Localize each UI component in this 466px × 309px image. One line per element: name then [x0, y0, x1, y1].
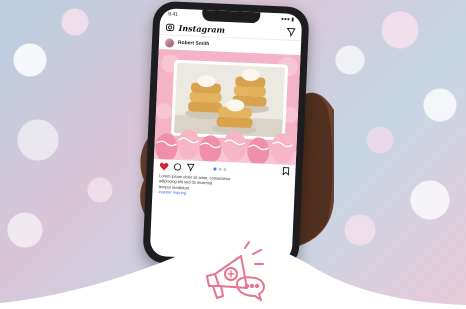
megaphone-icon [206, 241, 265, 301]
send-icon[interactable] [286, 24, 296, 42]
bookmark-icon[interactable] [282, 163, 290, 181]
carousel-dot [218, 167, 222, 171]
carousel-dot [223, 167, 227, 171]
status-time: 9:41 [168, 11, 179, 18]
app-title: Instagram [178, 22, 226, 35]
carousel-indicator [213, 166, 227, 171]
post-image[interactable] [153, 48, 301, 166]
avatar[interactable] [164, 37, 175, 48]
carousel-dot [213, 166, 217, 171]
easter-eggs-decoration [153, 129, 297, 166]
photo-scene: 9:41 ●●● ▮ Instagram Robert Smith Lorem … [0, 0, 466, 309]
camera-icon[interactable] [165, 18, 175, 36]
status-signal: ●●● ▮ [280, 16, 295, 23]
post-username[interactable]: Robert Smith [178, 40, 210, 47]
